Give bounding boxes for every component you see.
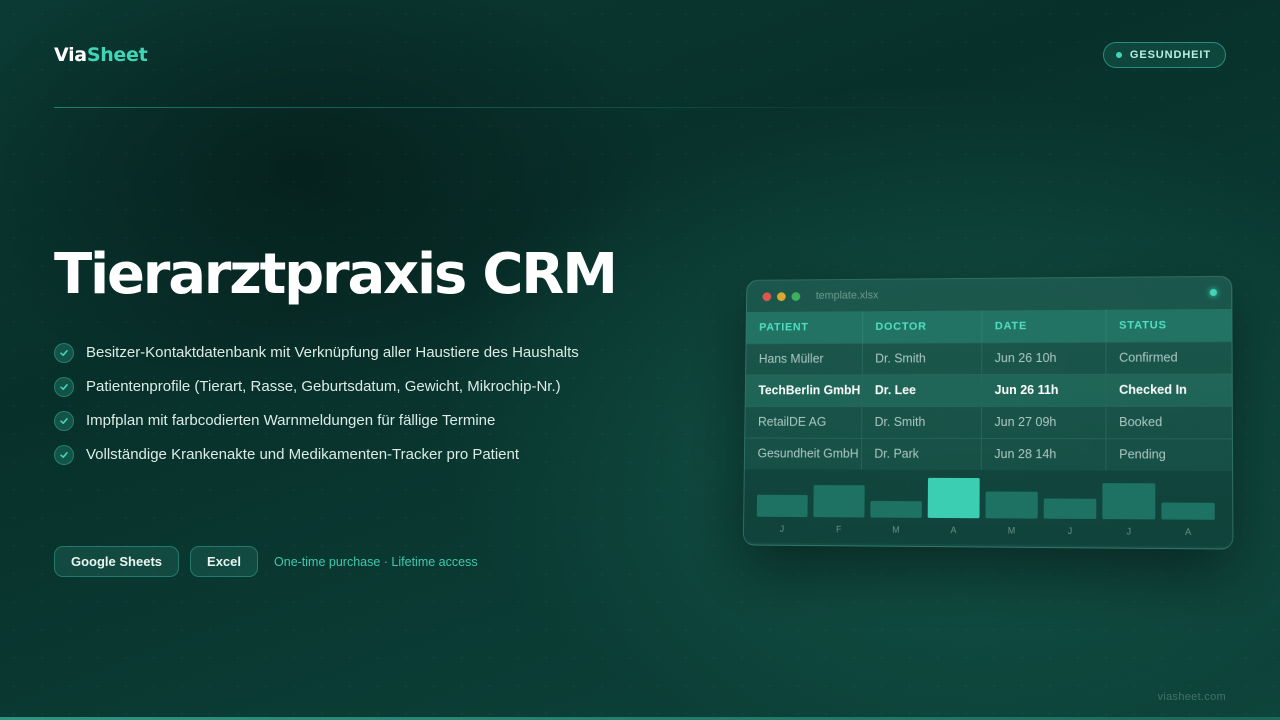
preview-table: PATIENT DOCTOR DATE STATUS Hans Müller D… — [745, 309, 1232, 471]
footer-domain: viasheet.com — [1158, 691, 1226, 703]
feature-text: Vollständige Krankenakte und Medikamente… — [86, 444, 596, 465]
feature-item: Besitzer-Kontaktdatenbank mit Verknüpfun… — [54, 342, 614, 363]
chart-bar — [813, 485, 864, 517]
chart-tick-label: J — [780, 524, 785, 534]
check-icon — [54, 343, 74, 363]
chart-bar — [870, 501, 922, 518]
chart-tick-label: M — [892, 525, 900, 535]
mini-bar-chart: JFMAMJJA — [744, 469, 1233, 546]
chart-tick-label: A — [950, 525, 956, 535]
table-row-highlighted: TechBerlin GmbH Dr. Lee Jun 26 11h Check… — [746, 374, 1232, 407]
column-header-patient: PATIENT — [746, 311, 862, 343]
page-title: Tierarztpraxis CRM — [54, 244, 616, 306]
table-cell: Jun 26 11h — [981, 374, 1105, 406]
header-divider — [54, 107, 984, 108]
table-cell: RetailDE AG — [745, 406, 861, 438]
table-cell: Checked In — [1105, 374, 1231, 406]
table-cell: Dr. Park — [861, 438, 981, 470]
column-header-date: DATE — [981, 310, 1105, 343]
chart-tick-label: F — [836, 524, 842, 534]
feature-text: Patientenprofile (Tierart, Rasse, Geburt… — [86, 376, 596, 397]
table-header-row: PATIENT DOCTOR DATE STATUS — [746, 309, 1231, 343]
chart-tick-label: J — [1127, 526, 1132, 536]
cta-row: Google Sheets Excel One-time purchase · … — [54, 546, 478, 577]
table-cell: Jun 26 10h — [981, 342, 1105, 374]
badge-dot-icon — [1116, 52, 1122, 58]
category-badge-label: GESUNDHEIT — [1130, 49, 1211, 61]
brand-logo-part2: Sheet — [87, 44, 148, 66]
minimize-dot-icon — [777, 292, 786, 301]
table-cell: Jun 28 14h — [981, 438, 1106, 471]
feature-text: Besitzer-Kontaktdatenbank mit Verknüpfun… — [86, 342, 596, 363]
chart-bar — [986, 491, 1038, 518]
brand-logo-part1: Via — [54, 44, 87, 66]
mini-bar-chart-svg: JFMAMJJA — [744, 469, 1234, 546]
status-indicator-icon — [1210, 289, 1217, 296]
preview-filename: template.xlsx — [816, 290, 879, 302]
chart-tick-label: M — [1008, 525, 1016, 535]
chart-bar — [757, 495, 808, 517]
feature-text: Impfplan mit farbcodierten Warnmeldungen… — [86, 410, 596, 431]
table-cell: Booked — [1105, 406, 1232, 438]
table-cell: Dr. Lee — [861, 374, 981, 406]
table-cell: Jun 27 09h — [981, 406, 1106, 438]
check-icon — [54, 445, 74, 465]
column-header-doctor: DOCTOR — [862, 311, 981, 343]
chart-tick-label: J — [1068, 526, 1073, 536]
chart-tick-label: A — [1185, 527, 1191, 537]
feature-item: Vollständige Krankenakte und Medikamente… — [54, 444, 614, 465]
brand-logo[interactable]: ViaSheet — [54, 44, 147, 66]
purchase-note: One-time purchase · Lifetime access — [274, 555, 478, 569]
table-cell: Dr. Smith — [861, 406, 981, 438]
table-cell: Pending — [1105, 438, 1232, 471]
check-icon — [54, 377, 74, 397]
table-row: Hans Müller Dr. Smith Jun 26 10h Confirm… — [746, 341, 1232, 374]
check-icon — [54, 411, 74, 431]
feature-item: Patientenprofile (Tierart, Rasse, Geburt… — [54, 376, 614, 397]
maximize-dot-icon — [791, 292, 800, 301]
spreadsheet-preview: template.xlsx PATIENT DOCTOR DATE STATUS… — [743, 276, 1234, 550]
feature-list: Besitzer-Kontaktdatenbank mit Verknüpfun… — [54, 342, 614, 478]
excel-button[interactable]: Excel — [190, 546, 258, 577]
close-dot-icon — [762, 292, 771, 301]
table-row: Gesundheit GmbH Dr. Park Jun 28 14h Pend… — [745, 438, 1232, 471]
table-cell: Dr. Smith — [862, 342, 982, 374]
chart-bar — [1161, 502, 1214, 519]
table-cell: TechBerlin GmbH — [746, 374, 862, 406]
chart-bar — [928, 478, 980, 518]
chart-bar — [1102, 483, 1155, 519]
table-cell: Gesundheit GmbH — [745, 438, 861, 470]
preview-titlebar: template.xlsx — [747, 277, 1231, 312]
chart-bar — [1044, 498, 1097, 519]
table-cell: Hans Müller — [746, 343, 862, 375]
feature-item: Impfplan mit farbcodierten Warnmeldungen… — [54, 410, 614, 431]
category-badge: GESUNDHEIT — [1103, 42, 1226, 68]
table-row: RetailDE AG Dr. Smith Jun 27 09h Booked — [745, 406, 1232, 438]
column-header-status: STATUS — [1105, 309, 1231, 342]
table-cell: Confirmed — [1105, 341, 1231, 374]
google-sheets-button[interactable]: Google Sheets — [54, 546, 179, 577]
